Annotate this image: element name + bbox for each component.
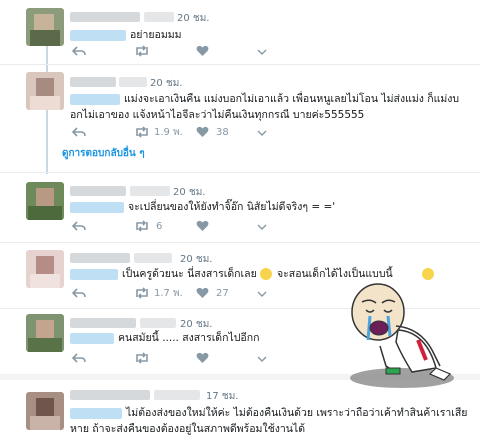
user-name-redacted [70, 253, 130, 263]
heart-icon[interactable] [196, 220, 209, 237]
show-more-replies-link[interactable]: ดูการตอบกลับอื่น ๆ [62, 146, 145, 161]
mention-redacted [70, 94, 120, 105]
mention-redacted [70, 30, 126, 41]
emoji-icon [260, 268, 272, 280]
heart-icon[interactable] [196, 126, 209, 143]
more-icon[interactable] [256, 126, 268, 143]
tweet-text: อย่ายอมมม [130, 29, 182, 41]
user-name-redacted [70, 186, 126, 196]
mention-redacted [70, 408, 122, 419]
reply-icon[interactable] [71, 352, 86, 369]
mention-redacted [70, 269, 118, 280]
user-handle-redacted [144, 12, 174, 22]
separator [0, 242, 480, 243]
retweet-count: 1.9 พ. [154, 127, 183, 138]
tweet-actions [70, 352, 270, 366]
more-icon[interactable] [256, 220, 268, 237]
tweet-text: แม่งจะเอาเงินคืน แม่งบอกไม่เอาแล้ว เพื่อ… [124, 93, 460, 105]
crying-character-sticker [350, 283, 454, 388]
retweet-icon[interactable] [134, 352, 150, 369]
separator [0, 64, 480, 65]
heart-icon[interactable] [196, 352, 209, 369]
retweet-icon[interactable] [134, 126, 150, 143]
tweet-time[interactable]: 20 ชม. [177, 11, 209, 26]
tweet-text: อกไม่เอาของ แจ้งหน้าไอจีละว่าไม่คืนเงินท… [70, 109, 365, 121]
like-count: 27 [216, 288, 229, 299]
avatar[interactable] [26, 392, 64, 430]
tweet-actions: 1.7 พ. 27 [70, 287, 270, 301]
user-name-redacted [70, 77, 116, 87]
retweet-icon[interactable] [134, 287, 150, 304]
user-handle-redacted [154, 390, 200, 400]
retweet-count: 1.7 พ. [154, 288, 183, 299]
mention-redacted [70, 333, 114, 344]
separator [0, 172, 480, 173]
retweet-icon[interactable] [134, 220, 150, 237]
more-icon[interactable] [256, 352, 268, 369]
tweet-actions: 6 [70, 220, 270, 234]
reply-icon[interactable] [71, 126, 86, 143]
tweet-text: คนสมัยนี้ ..... สงสารเด็กไปอีกก [118, 332, 260, 344]
mention-redacted [70, 202, 124, 213]
user-name-redacted [70, 318, 136, 328]
retweet-count: 6 [156, 221, 163, 232]
tweet-text: ไม่ต้องส่งของใหม่ให้ค่ะ ไม่ต้องคืนเงินด้… [126, 407, 468, 419]
heart-icon[interactable] [196, 287, 209, 304]
tweet-time[interactable]: 20 ชม. [180, 252, 212, 267]
avatar[interactable] [26, 314, 64, 352]
like-count: 38 [216, 127, 229, 138]
avatar[interactable] [26, 182, 64, 220]
tweet-text: เป็นครูด้วยนะ นี่สงสารเด็กเลย [122, 268, 257, 280]
reply-icon[interactable] [71, 287, 86, 304]
user-handle-redacted [130, 186, 170, 196]
user-handle-redacted [134, 253, 172, 263]
retweet-icon[interactable] [134, 45, 150, 62]
reply-icon[interactable] [71, 45, 86, 62]
tweet-actions: 1.9 พ. 38 [70, 126, 270, 140]
avatar[interactable] [26, 72, 64, 110]
user-handle-redacted [119, 77, 147, 87]
user-name-redacted [70, 390, 150, 400]
tweet-text: จะเปลี่ยนของให้ยังทำจิ๊อ๊ก นิสัยไม่ดีจริ… [128, 201, 336, 213]
tweet-time[interactable]: 20 ชม. [173, 185, 205, 200]
avatar[interactable] [26, 250, 64, 288]
tweet-actions [70, 45, 270, 59]
tweet-text: หาย ถ้าจะส่งคืนของต้องอยู่ในสภาพดีพร้อมใ… [70, 423, 306, 435]
tweet-time[interactable]: 17 ชม. [206, 389, 238, 404]
more-icon[interactable] [256, 287, 268, 304]
user-name-redacted [70, 12, 140, 22]
avatar[interactable] [26, 8, 64, 46]
reply-icon[interactable] [71, 220, 86, 237]
user-handle-redacted [140, 318, 176, 328]
more-icon[interactable] [256, 45, 268, 62]
tweet-time[interactable]: 20 ชม. [150, 76, 182, 91]
heart-icon[interactable] [196, 45, 209, 62]
